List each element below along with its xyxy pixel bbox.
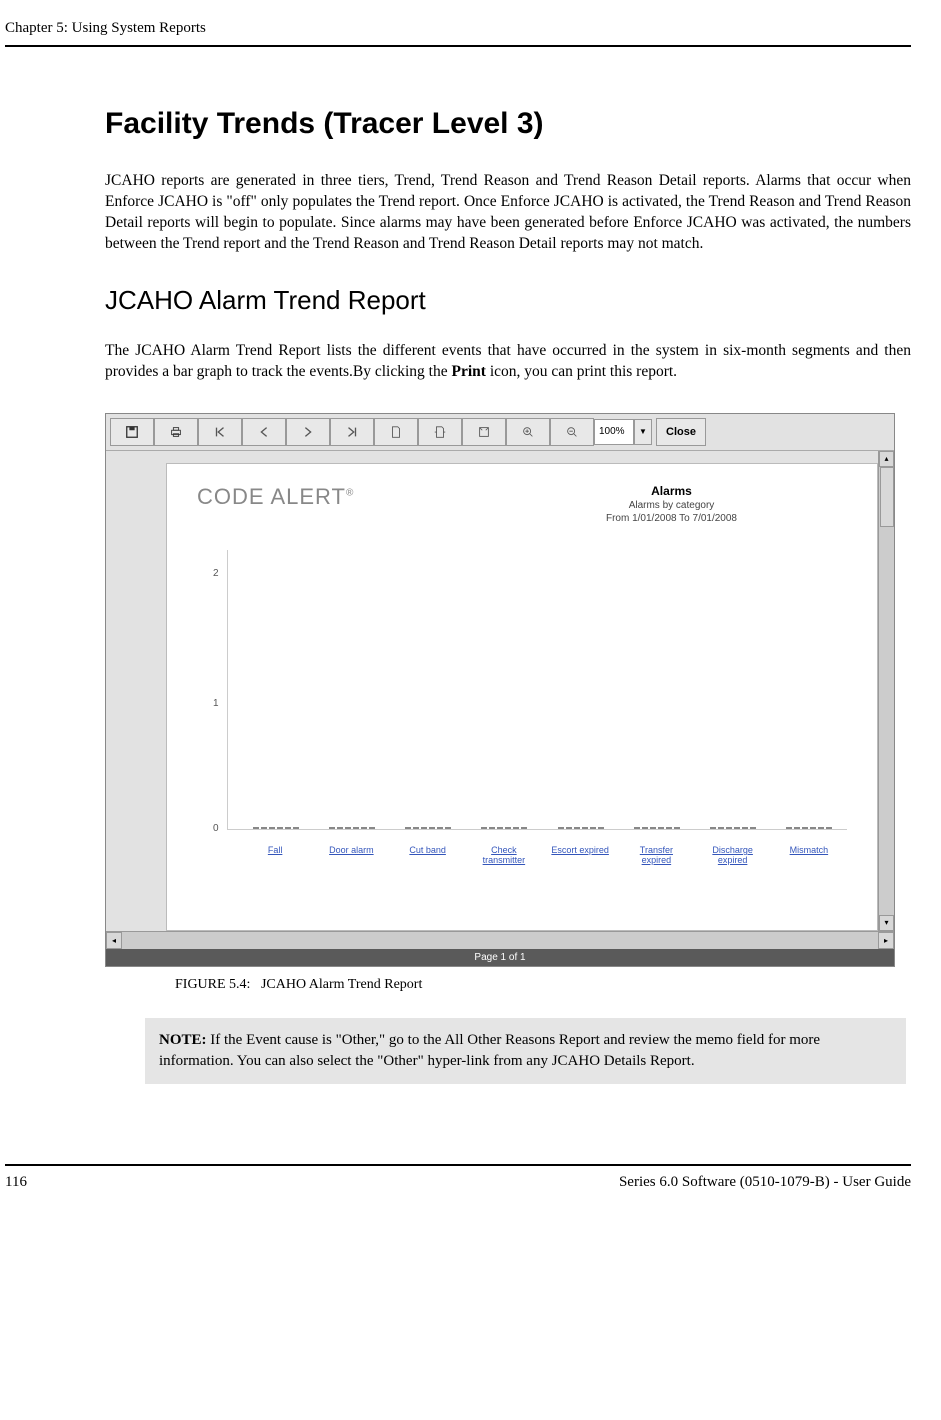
report-viewer-window: ▼ Close CODE ALERT® Alarms Alarms by cat… xyxy=(105,413,895,967)
bar-group xyxy=(786,827,832,829)
category-link[interactable]: Check transmitter xyxy=(474,845,534,865)
y-tick-1: 1 xyxy=(213,698,219,709)
x-axis-labels: Fall Door alarm Cut band Check transmitt… xyxy=(237,845,847,865)
footer-rule xyxy=(5,1164,911,1166)
nav-first-icon[interactable] xyxy=(198,418,242,446)
category-link[interactable]: Cut band xyxy=(398,845,458,865)
figure-caption: FIGURE 5.4: JCAHO Alarm Trend Report xyxy=(175,977,911,993)
report-header-row: CODE ALERT® Alarms Alarms by category Fr… xyxy=(197,484,847,526)
scroll-down-icon[interactable]: ▾ xyxy=(879,915,894,931)
bars-row xyxy=(238,827,847,829)
figure-label: FIGURE 5.4: xyxy=(175,977,250,992)
intro-paragraph: JCAHO reports are generated in three tie… xyxy=(105,171,911,255)
bar-group xyxy=(481,827,527,829)
bar-group xyxy=(710,827,756,829)
logo-mark: ® xyxy=(346,487,354,498)
close-button[interactable]: Close xyxy=(656,418,706,446)
note-box: NOTE: If the Event cause is "Other," go … xyxy=(145,1018,906,1084)
page-width-icon[interactable] xyxy=(418,418,462,446)
save-icon[interactable] xyxy=(110,418,154,446)
logo-text: CODE ALERT xyxy=(197,484,346,509)
nav-prev-icon[interactable] xyxy=(242,418,286,446)
zoom-level-input[interactable] xyxy=(594,419,634,445)
horizontal-scrollbar[interactable]: ◂ ▸ xyxy=(106,931,894,949)
page-status-bar: Page 1 of 1 xyxy=(106,949,894,966)
zoom-dropdown-icon[interactable]: ▼ xyxy=(634,419,652,445)
section-title: Facility Trends (Tracer Level 3) xyxy=(105,107,911,141)
category-link[interactable]: Transfer expired xyxy=(626,845,686,865)
print-icon[interactable] xyxy=(154,418,198,446)
report-page-canvas: CODE ALERT® Alarms Alarms by category Fr… xyxy=(166,463,878,931)
subsection-paragraph: The JCAHO Alarm Trend Report lists the d… xyxy=(105,341,911,383)
page-fit-icon[interactable] xyxy=(462,418,506,446)
report-subtitle-1: Alarms by category xyxy=(606,499,737,512)
chapter-header: Chapter 5: Using System Reports xyxy=(5,20,911,37)
subsection-title: JCAHO Alarm Trend Report xyxy=(105,285,911,316)
header-rule xyxy=(5,45,911,47)
figure-container: ▼ Close CODE ALERT® Alarms Alarms by cat… xyxy=(105,413,911,967)
bar-group xyxy=(253,827,299,829)
print-bold-word: Print xyxy=(452,363,486,380)
page-icon[interactable] xyxy=(374,418,418,446)
bar-group xyxy=(634,827,680,829)
report-title-block: Alarms Alarms by category From 1/01/2008… xyxy=(606,484,737,526)
nav-next-icon[interactable] xyxy=(286,418,330,446)
bar-group xyxy=(329,827,375,829)
category-link[interactable]: Fall xyxy=(245,845,305,865)
viewer-toolbar: ▼ Close xyxy=(106,414,894,451)
nav-last-icon[interactable] xyxy=(330,418,374,446)
para-text-after: icon, you can print this report. xyxy=(486,363,677,380)
note-label: NOTE: xyxy=(159,1032,207,1048)
report-subtitle-2: From 1/01/2008 To 7/01/2008 xyxy=(606,512,737,525)
zoom-in-icon[interactable] xyxy=(506,418,550,446)
report-title: Alarms xyxy=(606,484,737,500)
figure-text: JCAHO Alarm Trend Report xyxy=(261,977,422,992)
bar-group xyxy=(405,827,451,829)
footer-right-text: Series 6.0 Software (0510-1079-B) - User… xyxy=(619,1174,911,1191)
category-link[interactable]: Mismatch xyxy=(779,845,839,865)
scroll-thumb[interactable] xyxy=(880,467,894,527)
bar-group xyxy=(558,827,604,829)
page-footer: 116 Series 6.0 Software (0510-1079-B) - … xyxy=(5,1174,911,1191)
page-number: 116 xyxy=(5,1174,27,1191)
y-tick-2: 2 xyxy=(213,568,219,579)
zoom-out-icon[interactable] xyxy=(550,418,594,446)
category-link[interactable]: Escort expired xyxy=(550,845,610,865)
scroll-left-icon[interactable]: ◂ xyxy=(106,932,122,949)
scroll-right-icon[interactable]: ▸ xyxy=(878,932,894,949)
category-link[interactable]: Door alarm xyxy=(321,845,381,865)
viewer-body: CODE ALERT® Alarms Alarms by category Fr… xyxy=(106,451,894,931)
scroll-up-icon[interactable]: ▴ xyxy=(879,451,894,467)
note-text: If the Event cause is "Other," go to the… xyxy=(159,1032,820,1069)
bar-chart: 2 1 0 xyxy=(227,550,847,830)
vertical-scrollbar[interactable]: ▴ ▾ xyxy=(878,451,894,931)
category-link[interactable]: Discharge expired xyxy=(703,845,763,865)
report-content: CODE ALERT® Alarms Alarms by category Fr… xyxy=(167,464,877,886)
code-alert-logo: CODE ALERT® xyxy=(197,484,354,510)
y-tick-0: 0 xyxy=(213,823,219,834)
